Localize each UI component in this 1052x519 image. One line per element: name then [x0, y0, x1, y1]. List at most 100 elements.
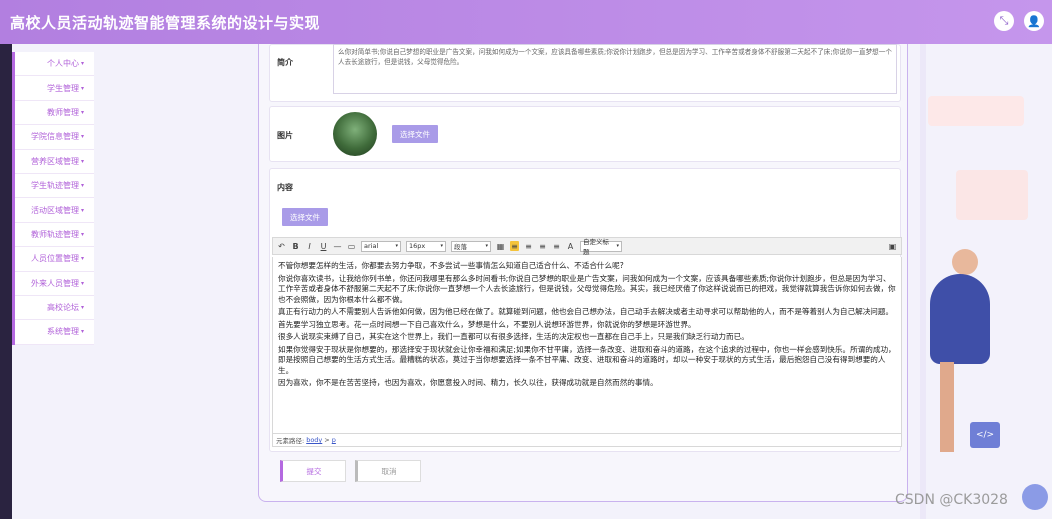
paragraph-select[interactable]: 段落 ▾ [451, 240, 491, 252]
chevron-down-icon: ▾ [80, 133, 84, 141]
editor-paragraph: 很多人说现实束缚了自己，其实在这个世界上，我们一直都可以有很多选择，生活的决定权… [278, 332, 749, 341]
paragraph-value: 段落 [454, 243, 467, 251]
background-illustration: </> [910, 44, 1052, 519]
fullscreen-icon[interactable]: ▣ [888, 241, 897, 251]
deco-stripe [920, 44, 926, 519]
editor-paragraph: 因为喜欢，你不是在苦苦坚持，也因为喜欢，你愿意投入时间、精力，长久以往，获得成功… [278, 378, 658, 387]
sidebar-item-label: 学生管理 [46, 83, 79, 93]
left-strip [0, 44, 12, 519]
content-label: 内容 [277, 183, 293, 192]
chevron-down-icon: ▾ [80, 84, 84, 92]
chevron-down-icon: ▾ [80, 328, 84, 336]
clear-format-icon[interactable]: ▭ [347, 241, 356, 251]
sidebar-item-label: 学院信息管理 [30, 132, 79, 142]
sidebar-item-personal-center[interactable]: 个人中心 ▾ [15, 52, 94, 77]
sidebar-item-label: 营养区域管理 [30, 156, 79, 166]
font-color-icon[interactable]: A [566, 241, 575, 251]
cancel-button[interactable]: 取消 [355, 460, 421, 482]
sidebar-item-system[interactable]: 系统管理 ▾ [15, 320, 94, 345]
chevron-down-icon: ▾ [616, 243, 619, 249]
undo-icon[interactable]: ↶ [277, 241, 286, 251]
editor-paragraph: 不管你想要怎样的生活，你都要去努力争取，不多尝试一些事情怎么知道自己适合什么、不… [278, 261, 624, 270]
table-icon[interactable]: ▦ [496, 241, 505, 251]
editor-toolbar: ↶ B I U — ▭ arial ▾ 16px ▾ 段落 ▾ ▦ ≡ ≡ ≡ ≡ A… [272, 237, 902, 256]
deco-card [928, 96, 1024, 126]
editor-paragraph: 你说你喜欢读书，让我给你列书单，你还问我哪里有那么多时间看书;你说自己梦想的职业… [278, 273, 896, 304]
editor-paragraph: 首先要学习独立思考。花一点时间想一下自己喜欢什么，梦想是什么，不要别人说想环游世… [278, 319, 696, 329]
picture-choose-file-button[interactable]: 选择文件 [392, 125, 438, 143]
app-header: 高校人员活动轨迹智能管理系统的设计与实现 [0, 0, 1052, 44]
intro-label: 简介 [277, 58, 293, 67]
align-left-icon[interactable]: ≡ [510, 241, 519, 251]
editor-paragraph: 真正有行动力的人不需要别人告诉他如何做，因为他已经在做了。就算碰到问题，他也会自… [278, 307, 894, 316]
app-title: 高校人员活动轨迹智能管理系统的设计与实现 [10, 13, 321, 32]
sidebar-item-label: 人员位置管理 [30, 254, 79, 264]
align-center-icon[interactable]: ≡ [524, 241, 533, 251]
editor-paragraph: 如果你觉得安于现状是你想要的，那选择安于现状就会让你幸福和满足;如果你不甘平庸，… [278, 344, 896, 375]
italic-icon[interactable]: I [305, 241, 314, 251]
chevron-down-icon: ▾ [80, 182, 84, 190]
sidebar-menu: 个人中心 ▾ 学生管理 ▾ 教师管理 ▾ 学院信息管理 ▾ 营养区域管理 ▾ 学生轨迹管理… [12, 52, 94, 345]
sidebar-item-teacher-track[interactable]: 教师轨迹管理 ▾ [15, 223, 94, 248]
code-icon: </> [970, 422, 1000, 448]
sidebar-item-nutrition-area[interactable]: 营养区域管理 ▾ [15, 150, 94, 174]
deco-card [956, 170, 1028, 220]
chevron-down-icon: ▾ [80, 230, 84, 238]
rich-text-editor[interactable]: 不管你想要怎样的生活，你都要去努力争取，不多尝试一些事情怎么知道自己适合什么、不… [272, 257, 902, 433]
element-path-bar: 元素路径: body > p [272, 433, 902, 447]
path-p-link[interactable]: p [332, 436, 336, 444]
sidebar-item-visitors[interactable]: 外来人员管理 ▾ [15, 272, 94, 296]
line-height-select[interactable]: 自定义标题 ▾ [580, 238, 622, 256]
font-family-select[interactable]: arial ▾ [361, 240, 401, 252]
watermark: CSDN @CK3028 [895, 492, 1008, 508]
sidebar-item-college-info[interactable]: 学院信息管理 ▾ [15, 125, 94, 150]
chevron-down-icon: ▾ [485, 243, 488, 249]
chevron-down-icon: ▾ [80, 279, 84, 287]
sidebar-item-person-location[interactable]: 人员位置管理 ▾ [15, 247, 94, 272]
sidebar-item-label: 系统管理 [46, 327, 79, 337]
deco-dot [1022, 484, 1048, 510]
deco-person-body [930, 274, 990, 364]
sidebar-item-label: 教师轨迹管理 [30, 229, 79, 239]
sidebar-item-label: 高校论坛 [46, 303, 79, 313]
horizontal-rule-icon[interactable]: — [333, 241, 342, 251]
deco-person-head [952, 249, 978, 275]
sidebar-item-label: 个人中心 [46, 59, 79, 69]
content-choose-file-button[interactable]: 选择文件 [282, 208, 328, 226]
picture-label: 图片 [277, 131, 293, 140]
align-justify-icon[interactable]: ≡ [552, 241, 561, 251]
path-prefix: 元素路径: [276, 437, 305, 445]
chevron-down-icon: ▾ [80, 60, 84, 68]
user-icon[interactable]: 👤 [1024, 11, 1044, 31]
sidebar-item-teachers[interactable]: 教师管理 ▾ [15, 101, 94, 126]
sidebar-item-forum[interactable]: 高校论坛 ▾ [15, 296, 94, 321]
deco-person-leg [940, 362, 954, 452]
chevron-down-icon: ▾ [440, 243, 443, 249]
chevron-down-icon: ▾ [80, 108, 84, 116]
path-body-link[interactable]: body [306, 436, 322, 444]
chevron-down-icon: ▾ [395, 243, 398, 249]
sidebar-item-activity-area[interactable]: 活动区域管理 ▾ [15, 198, 94, 223]
underline-icon[interactable]: U [319, 241, 328, 251]
sidebar-item-label: 教师管理 [46, 107, 79, 117]
bold-icon[interactable]: B [291, 241, 300, 251]
font-family-value: arial [364, 242, 379, 250]
path-separator: > [324, 436, 330, 444]
chevron-down-icon: ▾ [80, 304, 84, 312]
chevron-down-icon: ▾ [80, 206, 84, 214]
picture-thumbnail [333, 112, 377, 156]
sidebar-item-student-track[interactable]: 学生轨迹管理 ▾ [15, 174, 94, 199]
line-height-value: 自定义标题 [583, 238, 609, 256]
submit-button[interactable]: 提交 [280, 460, 346, 482]
font-size-select[interactable]: 16px ▾ [406, 240, 446, 252]
chevron-down-icon: ▾ [80, 255, 84, 263]
font-size-value: 16px [409, 242, 426, 250]
exit-fullscreen-icon[interactable]: ⤡ [994, 11, 1014, 31]
sidebar-item-label: 学生轨迹管理 [30, 181, 79, 191]
align-right-icon[interactable]: ≡ [538, 241, 547, 251]
sidebar-item-label: 外来人员管理 [30, 278, 79, 288]
sidebar-item-label: 活动区域管理 [30, 205, 79, 215]
intro-textarea[interactable]: 么你对简单书;你说自己梦想的职业是广告文案，问我如何成为一个文案，应该具备哪些素… [333, 44, 897, 94]
sidebar-item-students[interactable]: 学生管理 ▾ [15, 76, 94, 101]
chevron-down-icon: ▾ [80, 157, 84, 165]
